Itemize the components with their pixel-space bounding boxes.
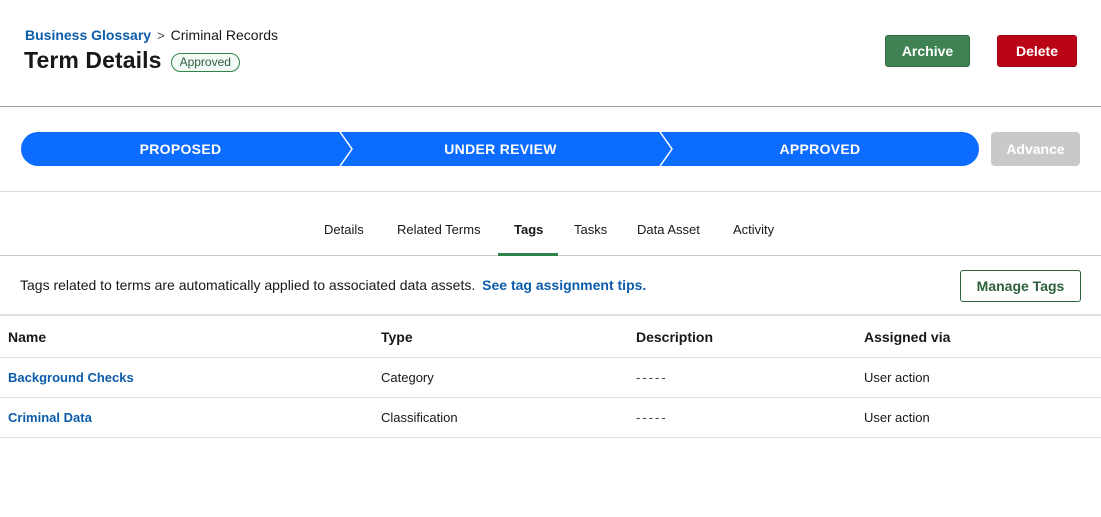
archive-button[interactable]: Archive — [885, 35, 970, 67]
tag-description: ----- — [636, 369, 668, 385]
tags-table: Name Type Description Assigned via Backg… — [0, 317, 1101, 438]
tag-assigned-via-cell: User action — [864, 397, 1101, 438]
tags-info-text: Tags related to terms are automatically … — [20, 277, 476, 293]
tag-description-cell: ----- — [636, 397, 864, 438]
tag-description-cell: ----- — [636, 357, 864, 398]
breadcrumb-current: Criminal Records — [170, 27, 279, 43]
path-stage-proposed[interactable]: PROPOSED — [21, 132, 340, 166]
tag-name-cell: Background Checks — [0, 357, 381, 398]
table-row: Background Checks Category ----- User ac… — [0, 357, 1101, 398]
tags-info-row: Tags related to terms are automatically … — [0, 256, 1101, 316]
column-header-description: Description — [636, 317, 864, 358]
tag-link-background-checks[interactable]: Background Checks — [8, 370, 134, 385]
tag-type-cell: Category — [381, 357, 636, 398]
table-header-row: Name Type Description Assigned via — [0, 317, 1101, 358]
tag-description: ----- — [636, 409, 668, 425]
column-header-assigned-via: Assigned via — [864, 317, 1101, 358]
breadcrumb: Business Glossary > Criminal Records — [25, 27, 278, 43]
page-header: Business Glossary > Criminal Records Ter… — [0, 0, 1101, 107]
column-header-type: Type — [381, 317, 636, 358]
column-header-name: Name — [0, 317, 381, 358]
delete-button[interactable]: Delete — [997, 35, 1077, 67]
path-stage-approved[interactable]: APPROVED — [661, 132, 979, 166]
tab-related-terms[interactable]: Related Terms — [397, 222, 481, 237]
status-path: PROPOSED UNDER REVIEW APPROVED Advance — [0, 107, 1101, 192]
breadcrumb-business-glossary-link[interactable]: Business Glossary — [25, 27, 151, 43]
tag-assigned-via-cell: User action — [864, 357, 1101, 398]
tab-data-asset[interactable]: Data Asset — [637, 222, 700, 237]
term-details-page: Business Glossary > Criminal Records Ter… — [0, 0, 1101, 517]
title-row: Term Details Approved — [24, 47, 240, 74]
path-bar: PROPOSED UNDER REVIEW APPROVED — [21, 132, 979, 166]
tag-link-criminal-data[interactable]: Criminal Data — [8, 410, 92, 425]
tab-bar: Details Related Terms Tags Tasks Data As… — [0, 192, 1101, 256]
table-row: Criminal Data Classification ----- User … — [0, 397, 1101, 438]
tag-type-cell: Classification — [381, 397, 636, 438]
advance-button[interactable]: Advance — [991, 132, 1080, 166]
manage-tags-button[interactable]: Manage Tags — [960, 270, 1081, 302]
page-title: Term Details — [24, 47, 162, 73]
tab-activity[interactable]: Activity — [733, 222, 774, 237]
tab-tasks[interactable]: Tasks — [574, 222, 607, 237]
breadcrumb-separator: > — [157, 27, 165, 43]
path-stage-under-review[interactable]: UNDER REVIEW — [341, 132, 660, 166]
status-badge: Approved — [170, 52, 240, 72]
tag-assignment-tips-link[interactable]: See tag assignment tips. — [482, 277, 646, 293]
tab-details[interactable]: Details — [324, 222, 364, 237]
tab-tags[interactable]: Tags — [514, 222, 543, 237]
tag-name-cell: Criminal Data — [0, 397, 381, 438]
tags-info: Tags related to terms are automatically … — [20, 277, 646, 293]
